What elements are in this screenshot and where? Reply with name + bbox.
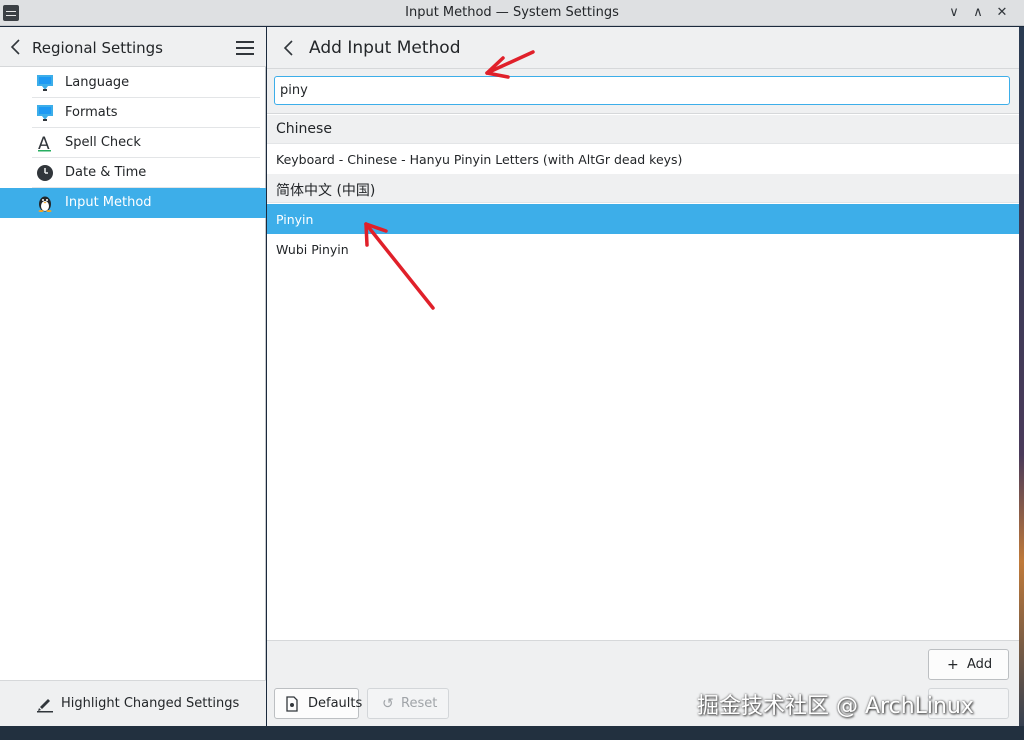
defaults-button-label: Defaults: [308, 696, 363, 711]
hamburger-menu-icon[interactable]: [236, 41, 254, 55]
desktop-background: [0, 726, 1024, 740]
list-item-pinyin[interactable]: Pinyin: [267, 204, 1019, 234]
add-button[interactable]: + Add: [928, 649, 1009, 680]
group-header-simplified-chinese: 简体中文 (中国): [267, 174, 1019, 203]
sidebar-item-spell-check[interactable]: A Spell Check: [0, 128, 266, 158]
document-icon: [286, 696, 298, 712]
defaults-button[interactable]: Defaults: [274, 688, 363, 719]
highlighter-pen-icon: [37, 699, 53, 713]
reset-button-label: Reset: [401, 696, 438, 711]
list-item-label: Pinyin: [276, 212, 314, 227]
watermark: 掘金技术社区 @ ArchLinux: [697, 694, 974, 719]
search-bar: [267, 69, 1019, 114]
group-header-label: Chinese: [276, 121, 332, 137]
sidebar-item-label: Language: [65, 75, 130, 90]
maximize-icon[interactable]: ∧: [968, 3, 988, 23]
page-header: Add Input Method: [267, 27, 1019, 69]
group-header-chinese: Chinese: [267, 115, 1019, 144]
close-icon[interactable]: ✕: [992, 3, 1012, 23]
window-titlebar: Input Method — System Settings ∨ ∧ ✕: [0, 0, 1024, 26]
formats-flag-icon: [37, 105, 53, 121]
sidebar: Regional Settings Language Formats A Spe…: [0, 27, 266, 726]
sidebar-title: Regional Settings: [32, 39, 164, 57]
search-input[interactable]: [274, 76, 1010, 105]
minimize-icon[interactable]: ∨: [944, 3, 964, 23]
sidebar-item-label: Date & Time: [65, 165, 147, 180]
sidebar-item-input-method[interactable]: Input Method: [0, 188, 266, 218]
sidebar-item-label: Formats: [65, 105, 118, 120]
sidebar-item-date-time[interactable]: Date & Time: [0, 158, 266, 188]
window-title: Input Method — System Settings: [405, 5, 619, 20]
plus-icon: +: [947, 657, 959, 673]
back-arrow-icon[interactable]: [8, 37, 24, 57]
sidebar-item-label: Spell Check: [65, 135, 141, 150]
add-button-label: Add: [967, 657, 993, 672]
list-item-label: Keyboard - Chinese - Hanyu Pinyin Letter…: [276, 152, 683, 167]
spell-check-icon: A: [38, 134, 51, 152]
back-arrow-icon[interactable]: [281, 38, 297, 58]
main-panel: Add Input Method Chinese Keyboard - Chin…: [267, 27, 1019, 726]
highlight-changed-settings-label: Highlight Changed Settings: [61, 696, 240, 711]
sidebar-header: Regional Settings: [0, 27, 266, 67]
sidebar-item-label: Input Method: [65, 195, 152, 210]
penguin-icon: [38, 196, 52, 212]
clock-icon: [37, 165, 53, 181]
group-header-label: 简体中文 (中国): [276, 183, 376, 199]
reset-button[interactable]: ↺ Reset: [367, 688, 449, 719]
list-item-label: Wubi Pinyin: [276, 242, 349, 257]
page-title: Add Input Method: [309, 38, 461, 58]
sidebar-footer: Highlight Changed Settings: [0, 680, 266, 726]
list-item[interactable]: Keyboard - Chinese - Hanyu Pinyin Letter…: [267, 144, 1019, 174]
sidebar-item-formats[interactable]: Formats: [0, 98, 266, 128]
language-flag-icon: [37, 75, 53, 91]
list-item-wubi-pinyin[interactable]: Wubi Pinyin: [267, 234, 1019, 264]
svg-text:A: A: [38, 134, 50, 152]
sidebar-item-language[interactable]: Language: [0, 68, 266, 98]
undo-icon: ↺: [382, 696, 394, 712]
desktop-background: [1019, 27, 1024, 740]
